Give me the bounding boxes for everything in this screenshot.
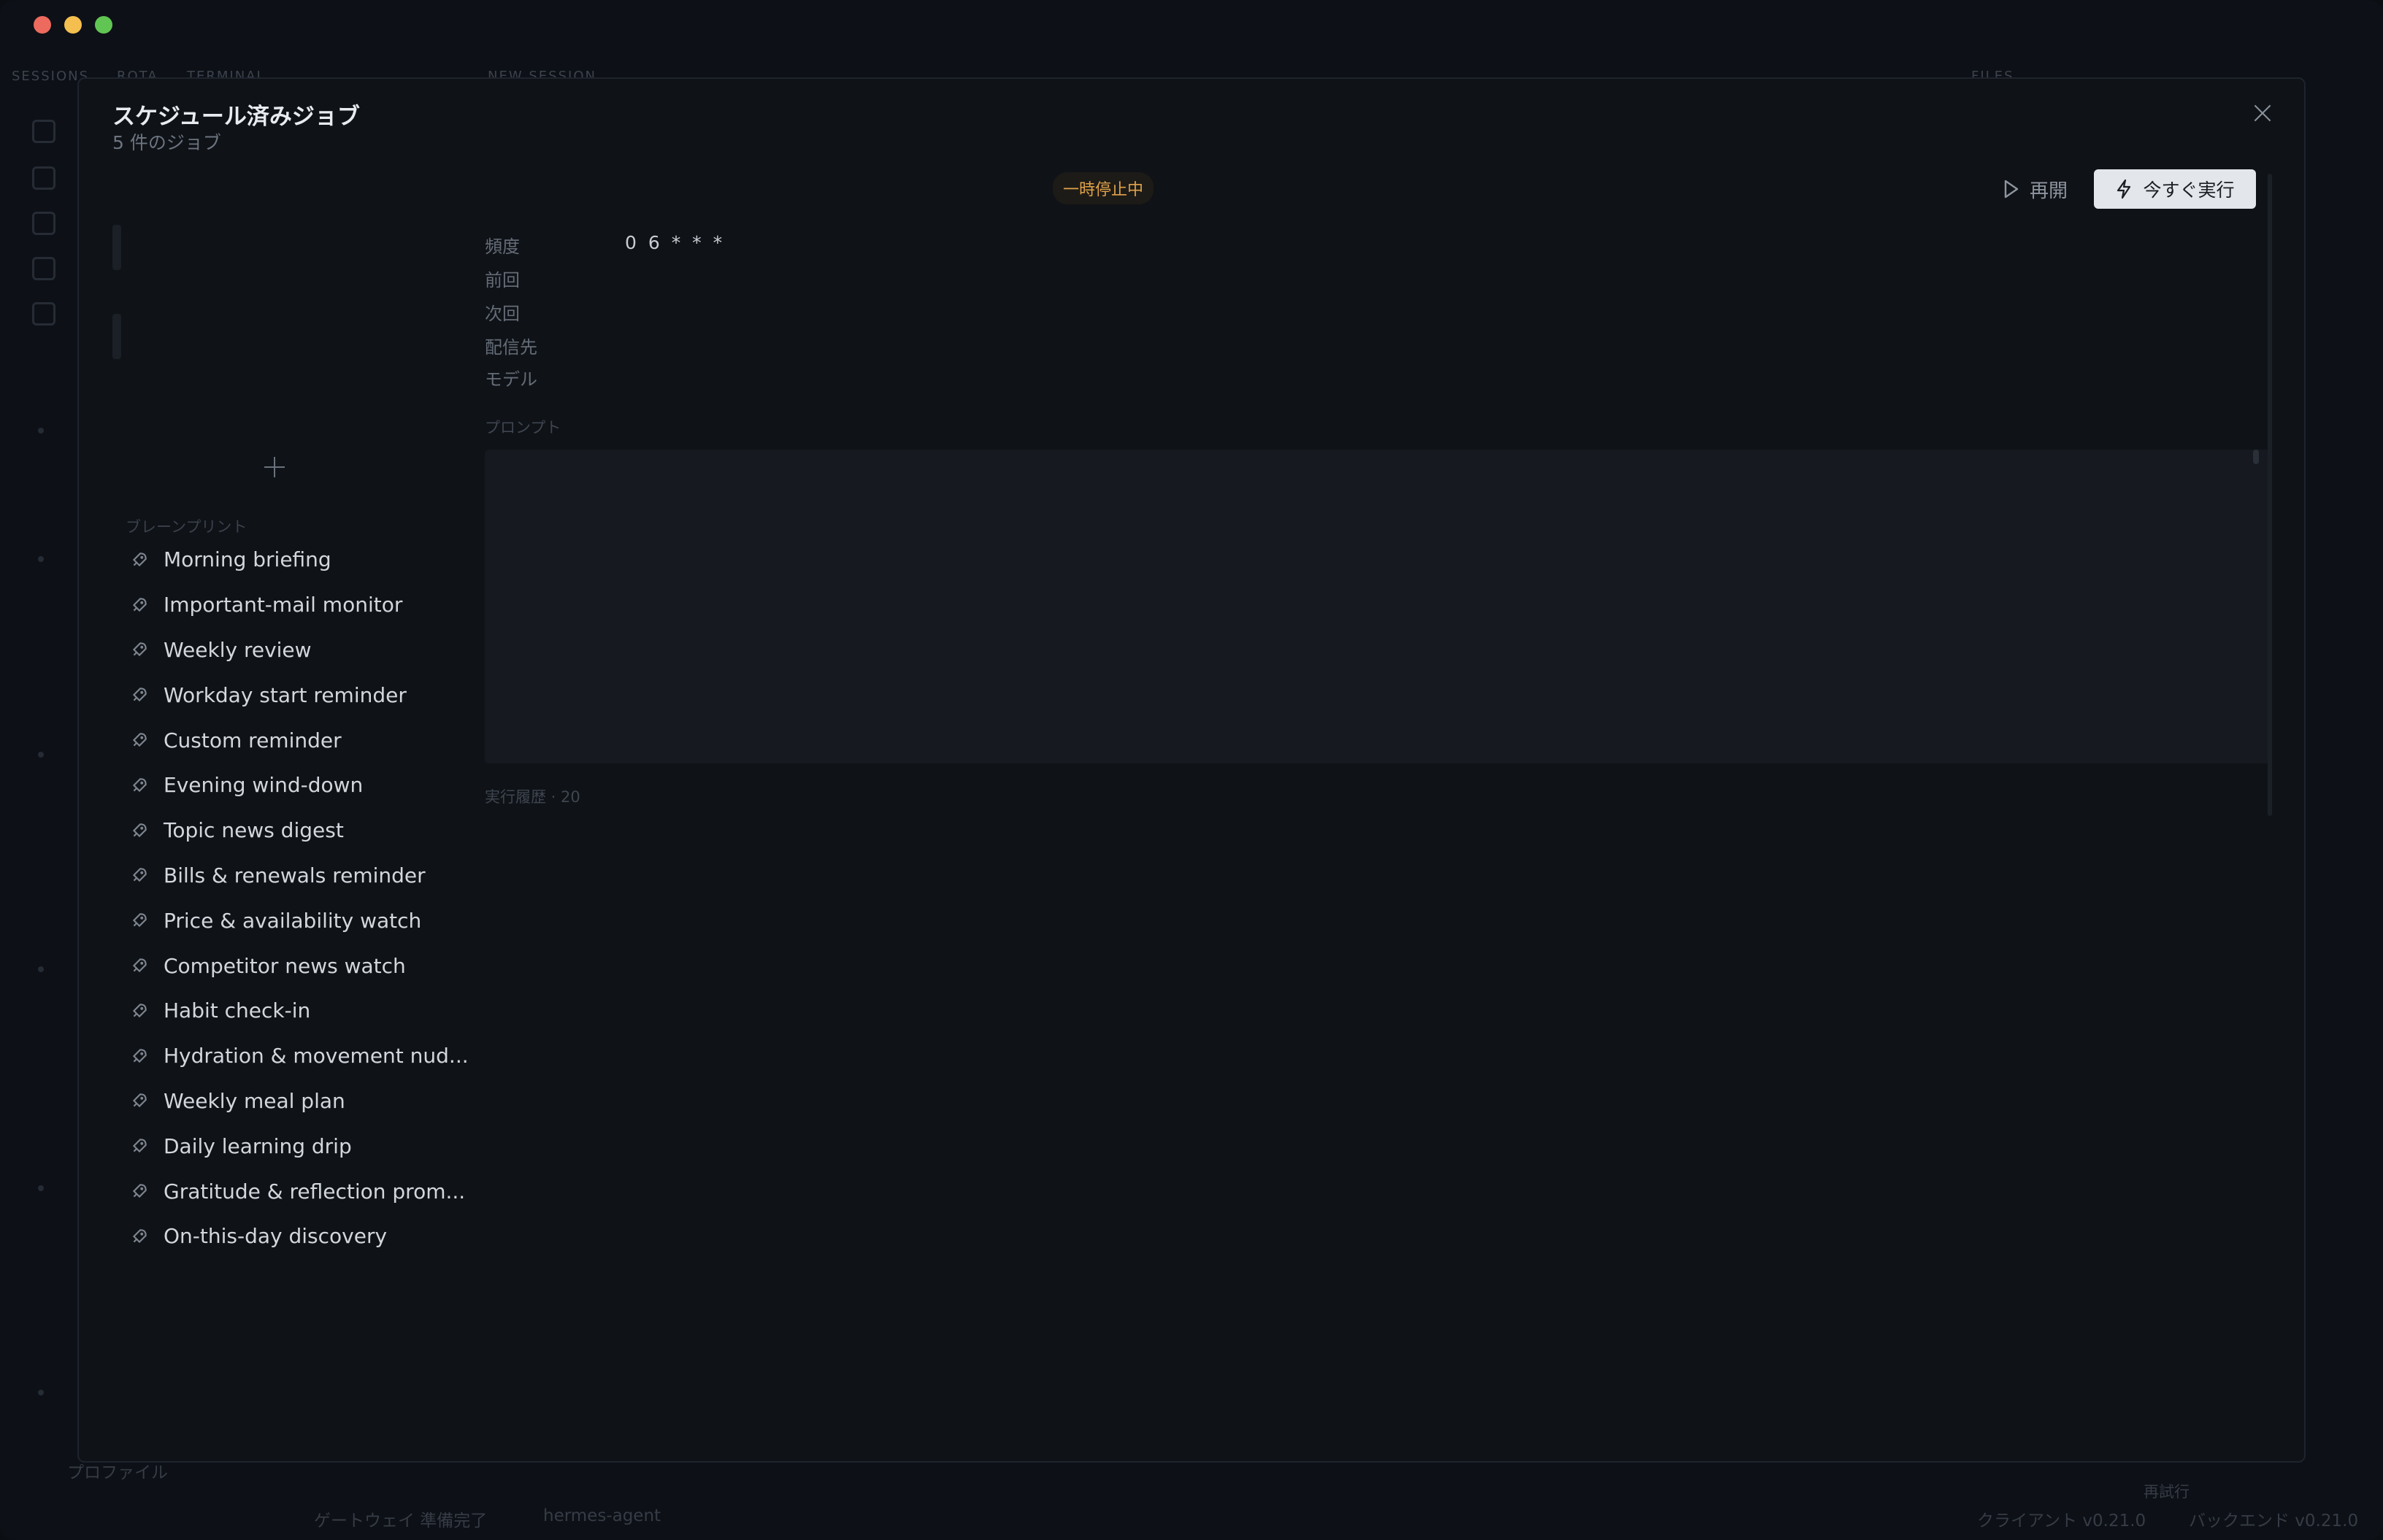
play-icon xyxy=(2004,180,2019,199)
detail-scrollbar[interactable] xyxy=(2268,174,2272,816)
minimize-window-button[interactable] xyxy=(64,16,82,34)
bullet-icon xyxy=(38,556,44,562)
zoom-window-button[interactable] xyxy=(95,16,112,34)
bullet-icon xyxy=(38,1390,44,1395)
status-bar: プロファイル ゲートウェイ 準備完了 hermes-agent 再試行 クライア… xyxy=(0,1463,2383,1540)
job-list-item[interactable] xyxy=(112,225,121,270)
model-label: モデル xyxy=(485,369,537,390)
rocket-icon xyxy=(130,1227,149,1246)
rocket-icon xyxy=(130,866,149,885)
frequency-value: 0 6 * * * xyxy=(625,232,726,253)
blueprint-item[interactable]: Important-mail monitor xyxy=(126,582,534,628)
rocket-icon xyxy=(130,1182,149,1201)
blueprint-item[interactable]: Custom reminder xyxy=(126,717,534,763)
retry-label: 再試行 xyxy=(2144,1483,2190,1501)
bullet-icon xyxy=(38,966,44,972)
rocket-icon xyxy=(130,776,149,795)
scheduled-jobs-dialog: スケジュール済みジョブ 5 件のジョブ ブレーンプリント Morning bri… xyxy=(77,77,2306,1463)
chat-icon xyxy=(32,212,55,235)
run-now-button[interactable]: 今すぐ実行 xyxy=(2094,169,2256,209)
bullet-icon xyxy=(38,1185,44,1191)
rocket-icon xyxy=(130,640,149,659)
blueprint-item[interactable]: Bills & renewals reminder xyxy=(126,853,534,898)
rocket-icon xyxy=(130,956,149,975)
add-job-icon[interactable] xyxy=(264,457,285,477)
next-run-label: 次回 xyxy=(485,304,520,324)
app-window: SESSIONS ROTA TERMINAL NEW SESSION FILES… xyxy=(0,0,2383,1540)
rocket-icon xyxy=(130,1136,149,1155)
gateway-status: ゲートウェイ 準備完了 xyxy=(314,1512,488,1531)
client-version: クライアント v0.21.0 xyxy=(1977,1512,2146,1531)
prompt-scrollbar[interactable] xyxy=(2253,450,2259,464)
blueprint-item[interactable]: Weekly meal plan xyxy=(126,1079,534,1124)
blueprint-item[interactable]: On-this-day discovery xyxy=(126,1214,534,1259)
rocket-icon xyxy=(130,685,149,704)
rocket-icon xyxy=(130,821,149,840)
blueprint-list: Morning briefing Important-mail monitor … xyxy=(126,537,534,1259)
blueprint-item[interactable]: Competitor news watch xyxy=(126,943,534,988)
close-icon[interactable] xyxy=(2250,101,2275,126)
user-icon xyxy=(32,120,55,143)
blueprint-item[interactable]: Price & availability watch xyxy=(126,898,534,943)
background-sidebar xyxy=(0,98,77,1485)
lightning-icon xyxy=(2117,179,2131,199)
prompt-textarea[interactable] xyxy=(485,450,2272,763)
blueprint-item[interactable]: Morning briefing xyxy=(126,537,534,582)
backend-version: バックエンド v0.21.0 xyxy=(2189,1512,2359,1531)
skills-icon xyxy=(32,166,55,190)
rocket-icon xyxy=(130,1047,149,1066)
blueprint-item[interactable]: Habit check-in xyxy=(126,988,534,1033)
blueprint-item[interactable]: Evening wind-down xyxy=(126,763,534,808)
dialog-subtitle: 5 件のジョブ xyxy=(112,132,221,153)
job-list-item[interactable] xyxy=(112,314,121,359)
window-controls xyxy=(34,16,112,34)
blueprint-item[interactable]: Workday start reminder xyxy=(126,672,534,717)
rocket-icon xyxy=(130,550,149,569)
frequency-label: 頻度 xyxy=(485,236,520,257)
rocket-icon xyxy=(130,1091,149,1110)
blueprint-item[interactable]: Weekly review xyxy=(126,628,534,673)
clock-icon xyxy=(32,302,55,326)
blueprint-item[interactable]: Topic news digest xyxy=(126,808,534,853)
blueprint-item[interactable]: Gratitude & reflection prom... xyxy=(126,1169,534,1214)
run-history-heading: 実行履歴 · 20 xyxy=(485,788,580,806)
bullet-icon xyxy=(38,428,44,434)
status-badge: 一時停止中 xyxy=(1053,172,1154,204)
document-icon xyxy=(32,257,55,280)
close-window-button[interactable] xyxy=(34,16,51,34)
prompt-heading: プロンプト xyxy=(485,419,561,436)
rocket-icon xyxy=(130,596,149,615)
rocket-icon xyxy=(130,911,149,930)
last-run-label: 前回 xyxy=(485,270,520,290)
blueprint-item[interactable]: Hydration & movement nud... xyxy=(126,1033,534,1079)
delivery-label: 配信先 xyxy=(485,337,537,358)
rocket-icon xyxy=(130,1001,149,1020)
blueprints-heading: ブレーンプリント xyxy=(126,518,247,536)
resume-label: 再開 xyxy=(2030,180,2068,202)
resume-button[interactable]: 再開 xyxy=(2003,172,2068,206)
run-now-label: 今すぐ実行 xyxy=(2143,180,2235,201)
workspace-name: hermes-agent xyxy=(543,1506,661,1525)
bullet-icon xyxy=(38,752,44,758)
blueprint-item[interactable]: Daily learning drip xyxy=(126,1123,534,1169)
rocket-icon xyxy=(130,731,149,750)
dialog-title: スケジュール済みジョブ xyxy=(112,104,360,130)
